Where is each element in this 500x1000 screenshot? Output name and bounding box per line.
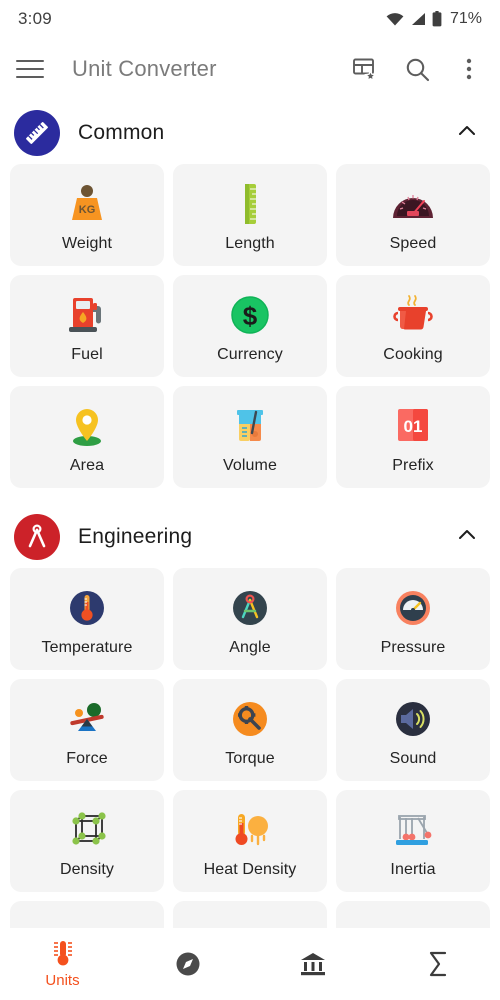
battery-icon (432, 11, 442, 27)
map-pin-icon (64, 399, 110, 453)
category-grid-common: KG Weight Length Speed Fuel $ Currency C… (0, 164, 500, 488)
category-label: Pressure (380, 639, 446, 656)
category-label: Angle (229, 639, 271, 656)
status-indicators: 71% (386, 10, 482, 28)
category-label: Area (69, 457, 105, 474)
category-card-pressure[interactable]: Pressure (336, 568, 490, 670)
category-card-prefix[interactable]: 01 Prefix (336, 386, 490, 488)
category-card-area[interactable]: Area (10, 386, 164, 488)
category-card-density[interactable]: Density (10, 790, 164, 892)
category-card-angle[interactable]: Angle (173, 568, 327, 670)
wrench-gear-icon (228, 692, 272, 746)
thermometer-sun-icon (226, 803, 274, 857)
category-grid-engineering: Temperature Angle Pressure Force Torque … (0, 568, 500, 892)
status-time: 3:09 (18, 9, 52, 28)
hamburger-menu-icon[interactable] (16, 60, 44, 78)
wifi-icon (386, 13, 404, 26)
category-label: Cooking (383, 346, 443, 363)
category-scroll-area[interactable]: Common KG Weight Length Speed Fuel $ Cur… (0, 100, 500, 1000)
category-label: Speed (389, 235, 437, 252)
nav-item-sigma[interactable] (375, 928, 500, 1000)
category-label: Weight (61, 235, 113, 252)
nav-item-bank[interactable] (250, 928, 375, 1000)
sigma-icon (429, 951, 446, 977)
category-card-length[interactable]: Length (173, 164, 327, 266)
thermometer-icon (53, 941, 72, 966)
app-bar: Unit Converter (0, 38, 500, 100)
category-label: Volume (223, 457, 277, 474)
overflow-menu-icon[interactable] (454, 54, 484, 84)
weight-kg-icon: KG (64, 177, 110, 231)
category-card-weight[interactable]: KG Weight (10, 164, 164, 266)
favorites-grid-icon[interactable] (350, 54, 380, 84)
search-icon[interactable] (402, 54, 432, 84)
status-bar: 3:09 71% (0, 0, 500, 38)
category-label: Length (225, 235, 275, 252)
svg-text:KG: KG (79, 204, 96, 216)
category-label: Torque (225, 750, 275, 767)
pressure-gauge-icon (391, 581, 435, 635)
section-badge-common (14, 110, 60, 156)
seesaw-balance-icon (63, 692, 111, 746)
app-bar-actions (350, 54, 484, 84)
speedometer-icon (389, 177, 437, 231)
category-card-fuel[interactable]: Fuel (10, 275, 164, 377)
chevron-up-icon[interactable] (456, 120, 478, 147)
speaker-icon (391, 692, 435, 746)
fuel-pump-icon (63, 288, 111, 342)
category-card-sound[interactable]: Sound (336, 679, 490, 781)
category-card-volume[interactable]: Volume (173, 386, 327, 488)
ruler-green-icon (230, 177, 270, 231)
category-card-torque[interactable]: Torque (173, 679, 327, 781)
category-card-force[interactable]: Force (10, 679, 164, 781)
category-card-cooking[interactable]: Cooking (336, 275, 490, 377)
section-badge-engineering (14, 514, 60, 560)
category-card-heat-density[interactable]: Heat Density (173, 790, 327, 892)
category-label: Density (59, 861, 115, 878)
nav-item-compass[interactable] (125, 928, 250, 1000)
category-label: Heat Density (203, 861, 297, 878)
category-card-inertia[interactable]: Inertia (336, 790, 490, 892)
category-label: Temperature (41, 639, 133, 656)
newtons-cradle-icon (389, 803, 437, 857)
thermometer-circle-icon (65, 581, 109, 635)
beaker-icon (227, 399, 273, 453)
bank-icon (300, 953, 325, 976)
nav-item-units[interactable]: Units (0, 928, 125, 1000)
flip-counter-01-icon: 01 (391, 399, 435, 453)
page-title: Unit Converter (72, 56, 217, 81)
svg-text:$: $ (243, 301, 258, 331)
battery-percent: 71% (449, 10, 482, 27)
section-header-engineering[interactable]: Engineering (0, 504, 500, 568)
section-header-common[interactable]: Common (0, 100, 500, 164)
category-card-speed[interactable]: Speed (336, 164, 490, 266)
nav-label-units: Units (45, 972, 80, 989)
compass-icon (176, 952, 199, 976)
svg-text:01: 01 (404, 417, 423, 436)
cooking-pot-icon (389, 288, 437, 342)
app-screen: 3:09 71% Unit Converter Common KG Weight… (0, 0, 500, 1000)
category-label: Force (66, 750, 108, 767)
category-card-currency[interactable]: $ Currency (173, 275, 327, 377)
chevron-up-icon[interactable] (456, 524, 478, 551)
category-label: Fuel (71, 346, 103, 363)
section-title: Common (78, 121, 165, 144)
section-title: Engineering (78, 525, 193, 548)
category-label: Inertia (390, 861, 436, 878)
bottom-navigation: Units (0, 928, 500, 1000)
category-label: Sound (389, 750, 437, 767)
drafting-compass-icon (228, 581, 272, 635)
category-label: Prefix (392, 457, 434, 474)
compass-divider-icon (28, 524, 46, 548)
dollar-coin-icon: $ (228, 288, 272, 342)
ruler-icon (26, 122, 48, 144)
category-card-temperature[interactable]: Temperature (10, 568, 164, 670)
category-label: Currency (217, 346, 283, 363)
molecule-cube-icon (64, 803, 110, 857)
signal-icon (411, 13, 425, 25)
